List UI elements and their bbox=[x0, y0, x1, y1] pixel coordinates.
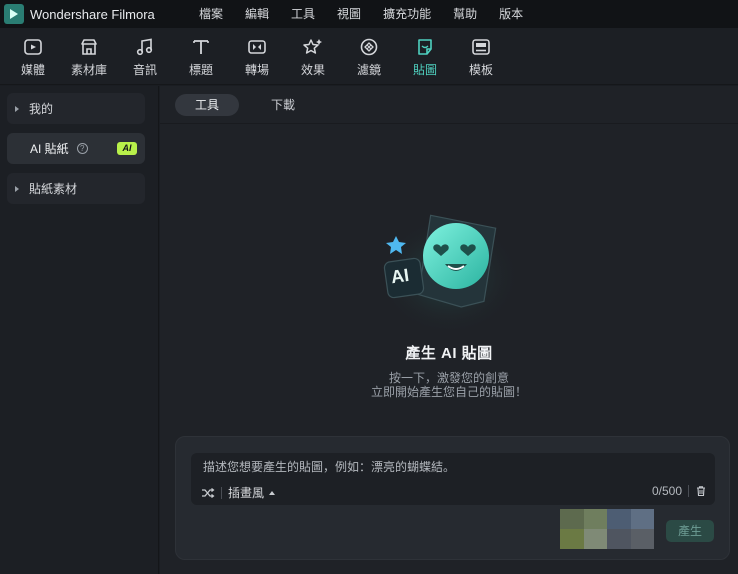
caret-right-icon bbox=[15, 105, 19, 112]
tab-bar: 工具 下載 bbox=[160, 86, 738, 124]
sidebar-item-ai-stickers[interactable]: AI 貼紙 ? AI bbox=[7, 133, 145, 164]
char-counter: 0/500 bbox=[651, 484, 682, 498]
main-toolbar: 媒體 素材庫 音訊 標題 轉場 效果 濾鏡 貼圖 模板 bbox=[0, 28, 738, 85]
toolbar-title-label: 標題 bbox=[188, 63, 213, 77]
toolbar-templates-label: 模板 bbox=[468, 63, 493, 77]
sidebar-item-sticker-assets[interactable]: 貼紙素材 bbox=[7, 173, 145, 204]
toolbar-media-label: 媒體 bbox=[20, 63, 45, 77]
shuffle-icon[interactable] bbox=[201, 486, 215, 500]
divider bbox=[688, 485, 689, 497]
sidebar-item-label: AI 貼紙 bbox=[30, 142, 69, 156]
tab-downloads[interactable]: 下載 bbox=[251, 94, 315, 116]
help-icon[interactable]: ? bbox=[76, 143, 88, 154]
thumbnail[interactable] bbox=[560, 529, 584, 549]
title-bar: Wondershare Filmora 檔案 編輯 工具 視圖 擴充功能 幫助 … bbox=[0, 0, 738, 28]
toolbar-transition-label: 轉場 bbox=[244, 63, 269, 77]
title-icon bbox=[193, 40, 209, 54]
divider bbox=[221, 486, 222, 499]
trash-icon[interactable] bbox=[695, 485, 707, 497]
toolbar-filters[interactable]: 濾鏡 bbox=[341, 28, 397, 84]
stock-library-icon bbox=[81, 39, 97, 55]
toolbar-title[interactable]: 標題 bbox=[173, 28, 229, 84]
prompt-input[interactable] bbox=[203, 460, 703, 474]
toolbar-media[interactable]: 媒體 bbox=[5, 28, 61, 84]
counter-row: 0/500 bbox=[652, 484, 707, 498]
thumbnail[interactable] bbox=[607, 509, 631, 529]
audio-icon bbox=[136, 38, 153, 56]
menu-view[interactable]: 視圖 bbox=[326, 0, 372, 28]
media-icon bbox=[24, 39, 42, 55]
toolbar-transition[interactable]: 轉場 bbox=[229, 28, 285, 84]
thumbnail[interactable] bbox=[607, 529, 631, 549]
effects-icon bbox=[303, 39, 322, 54]
sidebar: 我的 AI 貼紙 ? AI 貼紙素材 bbox=[0, 86, 159, 574]
toolbar-effects[interactable]: 效果 bbox=[285, 28, 341, 84]
sidebar-item-mine[interactable]: 我的 bbox=[7, 93, 145, 124]
toolbar-audio-label: 音訊 bbox=[132, 63, 157, 77]
thumbnail[interactable] bbox=[583, 529, 607, 549]
description-line: 立即開始產生您自己的貼圖！ bbox=[370, 385, 527, 399]
toolbar-effects-label: 效果 bbox=[300, 63, 325, 77]
prompt-panel: 插畫風 0/500 產生 bbox=[175, 436, 730, 560]
transition-icon bbox=[248, 40, 266, 54]
toolbar-filters-label: 濾鏡 bbox=[356, 63, 381, 77]
empty-state: AI 產生 AI 貼圖 按一下，激發您的創意 立即開始產生您自己的貼圖！ bbox=[160, 206, 738, 399]
menu-file[interactable]: 檔案 bbox=[188, 0, 234, 28]
menu-tools[interactable]: 工具 bbox=[280, 0, 326, 28]
app-title: Wondershare Filmora bbox=[30, 6, 155, 22]
toolbar-audio[interactable]: 音訊 bbox=[117, 28, 173, 84]
thumbnail[interactable] bbox=[583, 509, 607, 529]
tab-tools[interactable]: 工具 bbox=[175, 93, 240, 116]
prompt-box: 插畫風 0/500 bbox=[191, 453, 715, 505]
ai-badge: AI bbox=[117, 142, 137, 155]
menu-help[interactable]: 幫助 bbox=[442, 0, 488, 28]
thumbnail[interactable] bbox=[560, 509, 584, 529]
menu-bar: 檔案 編輯 工具 視圖 擴充功能 幫助 版本 bbox=[188, 0, 534, 28]
caret-right-icon bbox=[15, 185, 19, 192]
empty-state-title: 產生 AI 貼圖 bbox=[405, 345, 493, 362]
art-ai-label: AI bbox=[389, 264, 411, 288]
style-selector[interactable]: 插畫風 bbox=[201, 484, 276, 501]
toolbar-templates[interactable]: 模板 bbox=[453, 28, 509, 84]
menu-edit[interactable]: 編輯 bbox=[234, 0, 280, 28]
ai-sticker-illustration: AI bbox=[374, 206, 524, 336]
description-line: 按一下，激發您的創意 bbox=[388, 371, 509, 385]
thumbnail[interactable] bbox=[630, 529, 654, 549]
toolbar-stickers[interactable]: 貼圖 bbox=[397, 28, 453, 84]
main-panel: 工具 下載 AI 產生 AI 貼圖 按一下，激發您的創意 立即開始產生您自己的貼… bbox=[160, 86, 738, 574]
generate-button[interactable]: 產生 bbox=[666, 520, 714, 542]
toolbar-stickers-label: 貼圖 bbox=[412, 63, 437, 77]
sidebar-item-label: 我的 bbox=[29, 102, 54, 116]
filters-icon bbox=[360, 38, 378, 56]
toolbar-stock-library-label: 素材庫 bbox=[70, 63, 107, 77]
menu-version[interactable]: 版本 bbox=[488, 0, 534, 28]
thumbnail[interactable] bbox=[630, 509, 654, 529]
empty-state-description: 按一下，激發您的創意 立即開始產生您自己的貼圖！ bbox=[160, 371, 738, 399]
recent-thumbnails bbox=[560, 509, 654, 549]
menu-extensions[interactable]: 擴充功能 bbox=[372, 0, 442, 28]
templates-icon bbox=[472, 39, 490, 55]
filmora-logo-icon bbox=[4, 4, 24, 24]
caret-up-icon bbox=[269, 490, 276, 495]
style-label: 插畫風 bbox=[228, 486, 265, 500]
sidebar-item-label: 貼紙素材 bbox=[29, 182, 78, 196]
stickers-icon bbox=[418, 39, 432, 55]
toolbar-stock-library[interactable]: 素材庫 bbox=[61, 28, 117, 84]
